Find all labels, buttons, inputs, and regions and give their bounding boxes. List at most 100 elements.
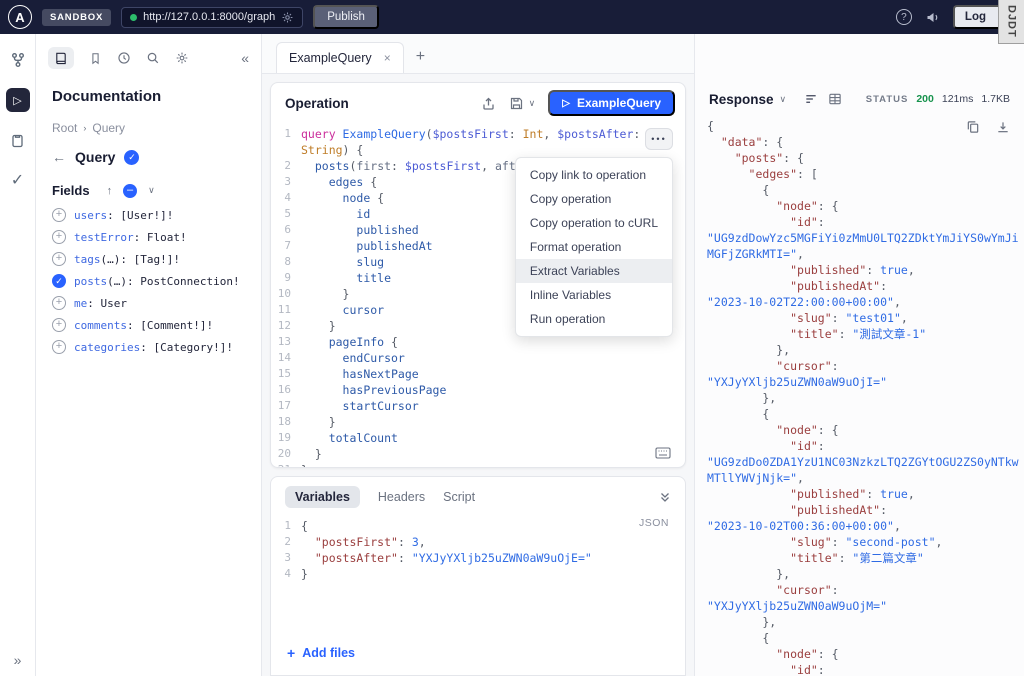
share-operation-icon[interactable] bbox=[481, 96, 496, 111]
field-add-circle-icon[interactable]: + bbox=[52, 208, 66, 222]
menu-item-format-operation[interactable]: Format operation bbox=[516, 235, 672, 259]
response-duration: 121ms bbox=[941, 93, 974, 105]
add-files-button[interactable]: + Add files bbox=[287, 645, 355, 661]
documentation-tab-icon[interactable] bbox=[48, 47, 74, 69]
response-format-lines-icon[interactable] bbox=[804, 92, 818, 106]
code-row: "publishedAt": bbox=[790, 279, 888, 293]
response-table-view-icon[interactable] bbox=[828, 92, 842, 106]
response-panel: Response ∨ STATUS 200 121ms 1.7KB {"dat… bbox=[695, 34, 1024, 676]
docs-field-posts[interactable]: ✓ posts(…): PostConnection! bbox=[36, 270, 261, 292]
code-row: }, bbox=[707, 567, 791, 581]
code-row: "UG9zdDowYzc5MGFiYi0zMmU0LTQ2ZDktYmJiYS0… bbox=[707, 231, 1019, 245]
docs-field-categories[interactable]: + categories: [Category!]! bbox=[36, 336, 261, 358]
operation-collections-icon[interactable] bbox=[6, 128, 30, 152]
endpoint-settings-gear-icon[interactable] bbox=[281, 11, 294, 24]
back-arrow-icon[interactable]: ← bbox=[52, 149, 66, 165]
code-row: "published": true, bbox=[790, 263, 915, 277]
code-row: "edges": [ bbox=[748, 167, 818, 181]
code-row: "id": bbox=[790, 215, 825, 229]
field-add-circle-icon[interactable]: + bbox=[52, 318, 66, 332]
code-row: 16 hasPreviousPage bbox=[271, 382, 685, 398]
close-tab-icon[interactable]: × bbox=[384, 51, 391, 65]
run-operation-button[interactable]: ▷ ExampleQuery bbox=[548, 90, 675, 116]
docs-field-tags[interactable]: + tags(…): [Tag!]! bbox=[36, 248, 261, 270]
code-row: "title": "測試文章-1" bbox=[790, 327, 927, 341]
docs-field-users[interactable]: + users: [User!]! bbox=[36, 204, 261, 226]
variables-panel: Variables Headers Script JSON 1{2 "postsFi… bbox=[270, 476, 686, 676]
save-dropdown-chevron-icon[interactable]: ∨ bbox=[529, 98, 536, 109]
expand-rail-icon[interactable]: » bbox=[0, 652, 35, 668]
menu-item-extract-variables[interactable]: Extract Variables bbox=[515, 259, 672, 283]
new-tab-icon[interactable]: + bbox=[416, 48, 425, 66]
django-debug-toolbar-handle[interactable]: DJDT bbox=[998, 0, 1024, 44]
menu-item-copy-operation[interactable]: Copy operation bbox=[516, 187, 672, 211]
menu-item-inline-variables[interactable]: Inline Variables bbox=[516, 283, 672, 307]
line-number: 6 bbox=[284, 223, 291, 236]
docs-field-testError[interactable]: + testError: Float! bbox=[36, 226, 261, 248]
status-code: 200 bbox=[916, 93, 934, 105]
search-icon[interactable] bbox=[146, 51, 160, 65]
apollo-logo[interactable]: A bbox=[8, 5, 32, 29]
checklist-icon[interactable]: ✓ bbox=[6, 168, 30, 192]
download-response-icon[interactable] bbox=[996, 120, 1010, 139]
deselect-all-icon[interactable]: – bbox=[123, 183, 138, 198]
collapse-docs-icon[interactable]: « bbox=[241, 50, 249, 66]
status-group: STATUS 200 121ms 1.7KB bbox=[866, 93, 1010, 105]
variables-header: Variables Headers Script bbox=[271, 477, 685, 514]
bookmark-icon[interactable] bbox=[89, 52, 102, 65]
docs-field-comments[interactable]: + comments: [Comment!]! bbox=[36, 314, 261, 336]
operation-more-menu-button[interactable]: ••• bbox=[645, 128, 673, 150]
menu-item-copy-link-to-operation[interactable]: Copy link to operation bbox=[516, 163, 672, 187]
variables-code[interactable]: 1{2 "postsFirst": 3, 3 "postsAfter": "YXJ… bbox=[271, 514, 685, 582]
tab-headers[interactable]: Headers bbox=[378, 490, 425, 504]
schema-graph-icon[interactable] bbox=[6, 48, 30, 72]
sort-fields-icon[interactable]: ↑ bbox=[107, 185, 113, 197]
save-operation-icon[interactable] bbox=[509, 96, 524, 111]
line-number: 3 bbox=[284, 175, 291, 188]
code-row: "cursor": bbox=[776, 583, 839, 597]
line-number: 3 bbox=[284, 551, 291, 564]
docs-field-me[interactable]: + me: User bbox=[36, 292, 261, 314]
response-body[interactable]: { "data": { "posts": { "edges": [ { "nod… bbox=[695, 112, 1024, 676]
collapse-variables-icon[interactable] bbox=[659, 491, 671, 503]
megaphone-icon[interactable] bbox=[925, 10, 940, 25]
code-row: "slug": "test01", bbox=[790, 311, 908, 325]
code-row: "2023-10-02T22:00:00+00:00", bbox=[707, 295, 901, 309]
left-icon-rail: ▷ ✓ » bbox=[0, 34, 36, 676]
tab-script[interactable]: Script bbox=[443, 490, 475, 504]
code-row: 19 totalCount bbox=[271, 430, 685, 446]
line-number: 16 bbox=[277, 383, 291, 396]
keyboard-shortcuts-icon[interactable] bbox=[655, 447, 671, 459]
tab-examplequery[interactable]: ExampleQuery × bbox=[276, 42, 404, 73]
explorer-icon[interactable]: ▷ bbox=[5, 88, 30, 112]
line-number: 9 bbox=[284, 271, 291, 284]
field-signature: comments: [Comment!]! bbox=[74, 318, 214, 332]
breadcrumb-root[interactable]: Root bbox=[52, 121, 77, 135]
response-chevron-down-icon[interactable]: ∨ bbox=[780, 94, 787, 105]
operation-editor[interactable]: 1 query ExampleQuery($postsFirst: Int, $p… bbox=[271, 123, 685, 467]
settings-gear-icon[interactable] bbox=[175, 51, 189, 65]
breadcrumb: Root › Query bbox=[36, 105, 261, 135]
menu-item-copy-operation-to-curl[interactable]: Copy operation to cURL bbox=[516, 211, 672, 235]
code-row: "id": bbox=[790, 663, 825, 676]
code-row: 3 "postsAfter": "YXJyYXljb25uZWN0aW9uOjE… bbox=[271, 550, 685, 566]
tab-variables[interactable]: Variables bbox=[285, 486, 360, 508]
publish-button[interactable]: Publish bbox=[313, 5, 379, 29]
copy-response-icon[interactable] bbox=[966, 120, 980, 139]
field-add-circle-icon[interactable]: + bbox=[52, 296, 66, 310]
operation-workspace: ExampleQuery × + Operation ∨ ▷ ExampleQu… bbox=[262, 34, 695, 676]
field-add-circle-icon[interactable]: + bbox=[52, 230, 66, 244]
field-signature: me: User bbox=[74, 296, 127, 310]
field-add-circle-icon[interactable]: + bbox=[52, 252, 66, 266]
endpoint-url-input[interactable]: http://127.0.0.1:8000/graph bbox=[121, 6, 304, 28]
history-icon[interactable] bbox=[117, 51, 131, 65]
help-icon[interactable]: ? bbox=[895, 9, 912, 25]
menu-item-run-operation[interactable]: Run operation bbox=[516, 307, 672, 331]
apollo-sandbox-app: A SANDBOX http://127.0.0.1:8000/graph Pu… bbox=[0, 0, 1024, 676]
field-selected-check-icon[interactable]: ✓ bbox=[52, 274, 66, 288]
field-signature: users: [User!]! bbox=[74, 208, 174, 222]
field-add-circle-icon[interactable]: + bbox=[52, 340, 66, 354]
fields-chevron-down-icon[interactable]: ∨ bbox=[148, 185, 155, 196]
code-row: }, bbox=[707, 615, 777, 629]
line-number: 12 bbox=[277, 319, 291, 332]
